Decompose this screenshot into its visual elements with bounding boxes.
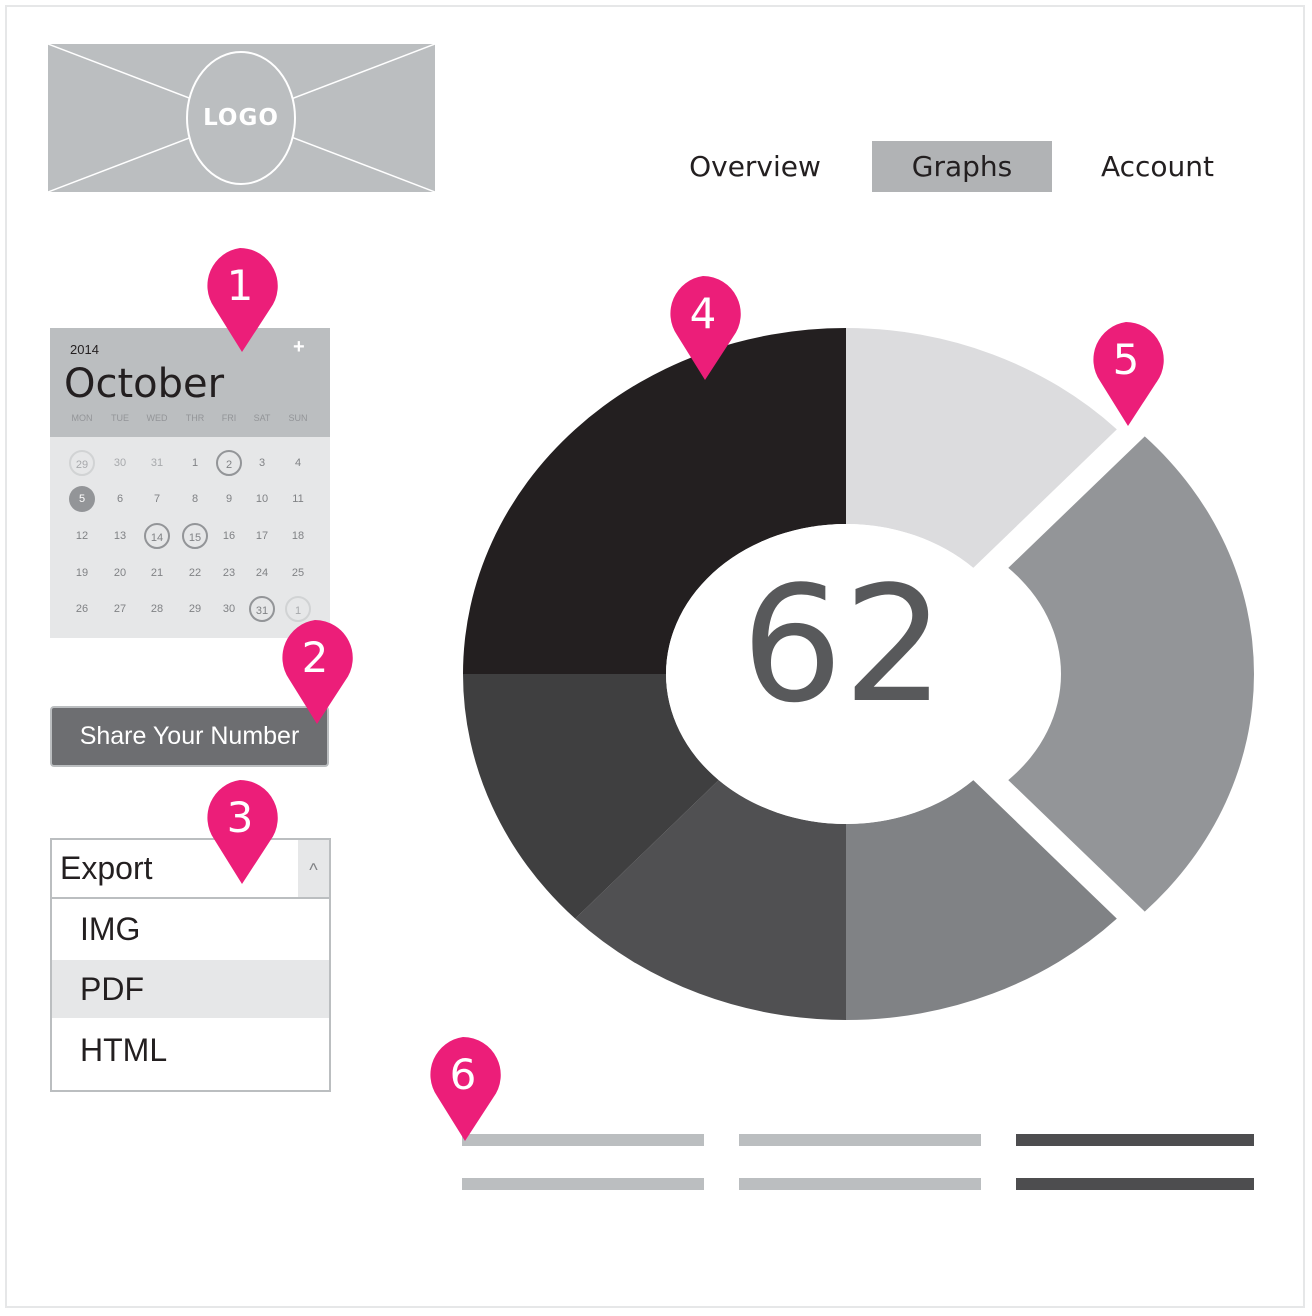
calendar-day[interactable]: 31 (249, 596, 275, 622)
calendar-day[interactable]: 4 (285, 450, 311, 476)
legend-line (739, 1178, 981, 1190)
calendar-weekday: MON (71, 413, 93, 423)
calendar-weekday: FRI (221, 413, 237, 423)
calendar-day[interactable]: 26 (69, 596, 95, 622)
calendar-day[interactable]: 31 (144, 450, 170, 476)
export-option-html[interactable]: HTML (52, 1021, 329, 1079)
calendar-day[interactable]: 10 (249, 486, 275, 512)
calendar-widget: 2014 + October MON TUE WED THR FRI SAT SUN 29 3… (50, 328, 330, 638)
calendar-day[interactable]: 6 (107, 486, 133, 512)
annotation-marker-4: 4 (665, 276, 745, 386)
calendar-day[interactable]: 13 (107, 523, 133, 549)
legend-line (1016, 1178, 1254, 1190)
chart-center-value: 62 (741, 551, 945, 738)
calendar-day[interactable]: 17 (249, 523, 275, 549)
annotation-marker-3: 3 (202, 780, 282, 890)
logo-placeholder: LOGO (48, 44, 435, 192)
divider (52, 897, 329, 899)
calendar-day[interactable]: 30 (107, 450, 133, 476)
calendar-day[interactable]: 25 (285, 560, 311, 586)
logo-text: LOGO (203, 105, 279, 131)
calendar-day[interactable]: 18 (285, 523, 311, 549)
calendar-day[interactable]: 1 (182, 450, 208, 476)
legend-line (462, 1178, 704, 1190)
calendar-weekday: SUN (288, 413, 308, 423)
calendar-weekday: THR (185, 413, 205, 423)
calendar-day[interactable]: 9 (216, 486, 242, 512)
annotation-marker-5: 5 (1088, 322, 1168, 432)
export-option-pdf[interactable]: PDF (52, 960, 329, 1018)
calendar-day[interactable]: 19 (69, 560, 95, 586)
annotation-marker-1: 1 (202, 248, 282, 358)
calendar-day[interactable]: 16 (216, 523, 242, 549)
marker-number: 3 (226, 793, 254, 842)
calendar-day[interactable]: 5 (69, 486, 95, 512)
chevron-up-icon[interactable]: ^ (298, 840, 329, 897)
calendar-day[interactable]: 7 (144, 486, 170, 512)
calendar-day[interactable]: 24 (249, 560, 275, 586)
chart-slice-highlighted (1008, 436, 1254, 912)
nav-graphs[interactable]: Graphs (872, 141, 1052, 192)
legend-line (1016, 1134, 1254, 1146)
calendar-day[interactable]: 12 (69, 523, 95, 549)
marker-number: 2 (301, 633, 329, 682)
calendar-day[interactable]: 28 (144, 596, 170, 622)
calendar-month: October (64, 361, 225, 407)
calendar-weekday: SAT (253, 413, 271, 423)
calendar-day[interactable]: 1 (285, 596, 311, 622)
calendar-day[interactable]: 27 (107, 596, 133, 622)
calendar-day[interactable]: 2 (216, 450, 242, 476)
nav-account[interactable]: Account (1085, 141, 1230, 192)
calendar-weekday: WED (146, 413, 168, 423)
marker-number: 6 (449, 1050, 477, 1099)
export-dropdown[interactable]: Export ^ IMG PDF HTML (50, 838, 331, 1092)
calendar-day[interactable]: 30 (216, 596, 242, 622)
calendar-day[interactable]: 21 (144, 560, 170, 586)
calendar-day[interactable]: 14 (144, 523, 170, 549)
calendar-day[interactable]: 22 (182, 560, 208, 586)
marker-number: 4 (689, 289, 717, 338)
legend-line (739, 1134, 981, 1146)
nav-overview[interactable]: Overview (680, 141, 830, 192)
calendar-day[interactable]: 3 (249, 450, 275, 476)
calendar-day[interactable]: 29 (182, 596, 208, 622)
marker-number: 1 (226, 261, 254, 310)
calendar-day[interactable]: 15 (182, 523, 208, 549)
calendar-day[interactable]: 20 (107, 560, 133, 586)
annotation-marker-2: 2 (277, 620, 357, 730)
marker-number: 5 (1112, 335, 1140, 384)
calendar-day[interactable]: 23 (216, 560, 242, 586)
calendar-year: 2014 (70, 342, 99, 357)
calendar-day[interactable]: 29 (69, 450, 95, 476)
export-option-img[interactable]: IMG (52, 900, 329, 958)
calendar-day[interactable]: 8 (182, 486, 208, 512)
export-label[interactable]: Export (60, 840, 152, 897)
calendar-day[interactable]: 11 (285, 486, 311, 512)
annotation-marker-6: 6 (425, 1037, 505, 1147)
calendar-weekday: TUE (111, 413, 129, 423)
plus-icon[interactable]: + (293, 336, 305, 359)
